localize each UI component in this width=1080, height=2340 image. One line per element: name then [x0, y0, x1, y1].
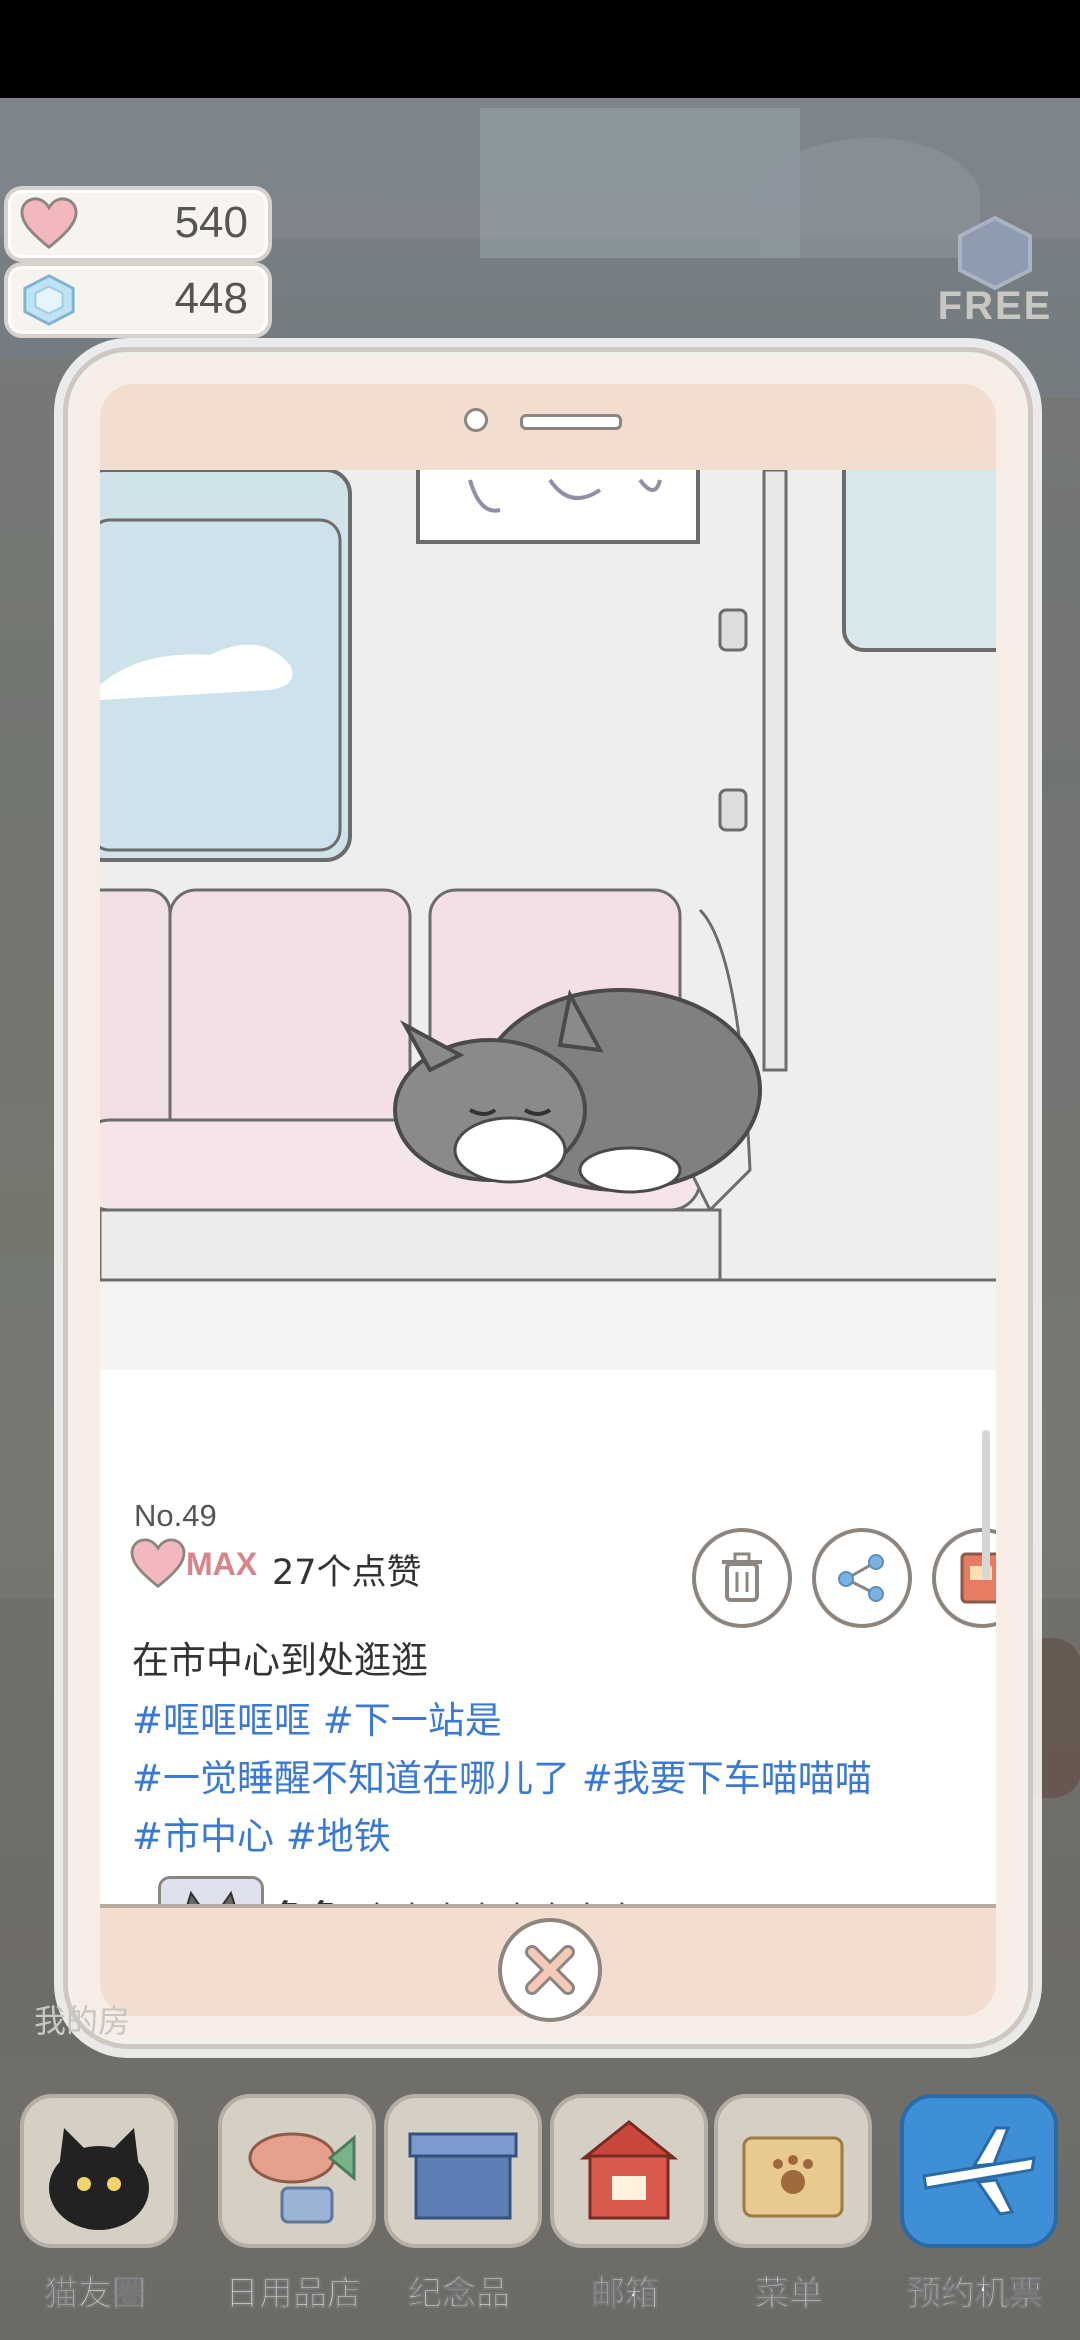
camera-icon: [464, 408, 488, 432]
dock-label: 菜单: [755, 2274, 824, 2315]
dock-label: 日用品店: [225, 2274, 362, 2315]
fish-icon: [218, 2094, 376, 2248]
plane-icon: [900, 2094, 1058, 2248]
phone-top-bezel: [100, 384, 996, 474]
free-label: FREE: [937, 284, 1053, 328]
gem-icon: [23, 274, 75, 326]
share-icon: [838, 1554, 884, 1602]
hearts-counter: 540: [4, 186, 272, 262]
avatar[interactable]: [158, 1876, 264, 1904]
comment-username[interactable]: 鱼鱼: [272, 1890, 344, 1904]
photo-post-popup: No.49 MAX 27个点赞 在市中心到处逛逛 #哐哐哐哐 #下一站是 #一觉…: [68, 352, 1028, 2044]
post-number: No.49: [134, 1498, 217, 1533]
gem-icon: [958, 215, 1032, 291]
trash-icon: [722, 1552, 762, 1602]
mailbox-icon: [550, 2094, 708, 2248]
heart-icon: [20, 197, 78, 250]
post-caption: 在市中心到处逛逛: [132, 1639, 428, 1682]
dock-menu[interactable]: 菜单: [714, 2094, 872, 2315]
dock-label: 纪念品: [408, 2274, 511, 2315]
phone-screen[interactable]: No.49 MAX 27个点赞 在市中心到处逛逛 #哐哐哐哐 #下一站是 #一觉…: [100, 470, 996, 1904]
dock-label: 预约机票: [907, 2274, 1044, 2315]
dock-label: 猫友圈: [44, 2274, 147, 2315]
hashtag-line[interactable]: #市中心 #地铁: [132, 1806, 391, 1860]
dock-souvenirs[interactable]: 纪念品: [384, 2094, 542, 2315]
free-gem-button[interactable]: FREE: [930, 212, 1060, 332]
dock-label: 邮箱: [591, 2274, 660, 2315]
dock-daily-shop[interactable]: 日用品店: [218, 2094, 376, 2315]
like-count: 27个点赞: [272, 1553, 422, 1593]
like-level-badge: MAX: [186, 1546, 258, 1582]
folder-icon: [714, 2094, 872, 2248]
dock-book-flight[interactable]: 预约机票: [900, 2094, 1058, 2315]
hashtag-line[interactable]: #哐哐哐哐 #下一站是: [132, 1690, 502, 1744]
dock-mailbox[interactable]: 邮箱: [550, 2094, 708, 2315]
gems-counter: 448: [4, 262, 272, 338]
subway-cat-illustration: [100, 470, 996, 1370]
comment-text: 哈哈哈哈哈哈哈哈: [354, 1892, 634, 1904]
box-icon: [384, 2094, 542, 2248]
status-bar: [0, 0, 1080, 98]
heart-icon: [130, 1538, 186, 1589]
scrollbar[interactable]: [982, 1430, 990, 1580]
share-button[interactable]: [812, 1528, 912, 1628]
cat-icon: [20, 2094, 178, 2248]
dock-cat-friends[interactable]: 猫友圈: [20, 2094, 178, 2315]
my-room-label: 我的房: [34, 2002, 131, 2040]
cat-avatar-icon: [161, 1879, 261, 1904]
gems-value: 448: [174, 274, 248, 323]
phone-bottom-bezel: [100, 1904, 996, 2022]
speaker-icon: [520, 414, 622, 430]
hashtag-line[interactable]: #一觉睡醒不知道在哪儿了 #我要下车喵喵喵: [132, 1748, 872, 1802]
close-icon: [525, 1945, 575, 1995]
close-button[interactable]: [498, 1918, 602, 2022]
post-photo: [100, 470, 996, 1370]
hearts-value: 540: [174, 198, 248, 247]
delete-button[interactable]: [692, 1528, 792, 1628]
